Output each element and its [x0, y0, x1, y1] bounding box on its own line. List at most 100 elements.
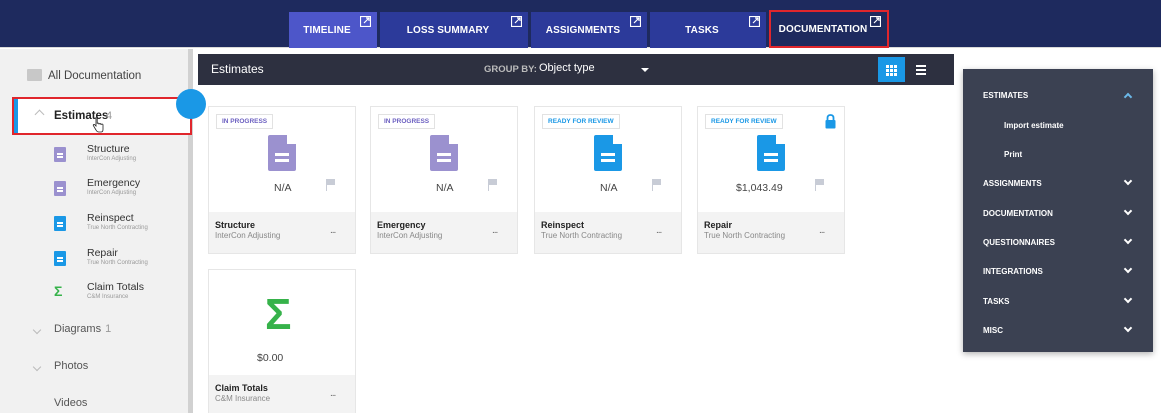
- card-name: Reinspect: [541, 220, 585, 230]
- status-badge: IN PROGRESS: [216, 114, 274, 129]
- flag-icon[interactable]: [488, 179, 497, 191]
- subitem-company: C&M Insurance: [87, 294, 129, 300]
- estimate-card-repair[interactable]: READY FOR REVIEW $1,043.49 Repair True N…: [697, 106, 845, 254]
- sidebar-item-estimates[interactable]: Estimates 4: [12, 97, 192, 135]
- chevron-down-icon[interactable]: [1123, 235, 1133, 245]
- subitem-company: True North Contracting: [87, 260, 148, 266]
- sidebar-subitem-emergency[interactable]: Emergency InterCon Adjusting: [54, 177, 194, 207]
- sidebar-subitem-structure[interactable]: Structure InterCon Adjusting: [54, 143, 194, 173]
- more-options-icon[interactable]: ...: [819, 225, 825, 236]
- document-icon: [54, 147, 66, 162]
- tab-loss-summary-label: LOSS SUMMARY: [406, 24, 490, 36]
- tab-loss-summary[interactable]: LOSS SUMMARY: [380, 12, 528, 48]
- subitem-name: Claim Totals: [87, 281, 144, 293]
- tutorial-step-dot[interactable]: [176, 89, 206, 119]
- hand-cursor-icon: [92, 117, 104, 133]
- active-indicator: [14, 99, 18, 133]
- grid-view-button[interactable]: [878, 57, 905, 82]
- sidebar-subitem-claim-totals[interactable]: Σ Claim Totals C&M Insurance: [54, 281, 194, 311]
- external-link-icon[interactable]: [360, 16, 371, 27]
- menu-section-misc[interactable]: MISC: [983, 323, 1143, 335]
- card-name: Repair: [704, 220, 733, 230]
- document-icon: [54, 251, 66, 266]
- chevron-down-icon[interactable]: [1123, 264, 1133, 274]
- tab-timeline-label: TIMELINE: [303, 24, 351, 36]
- chevron-down-icon[interactable]: [1123, 206, 1133, 216]
- caret-down-icon[interactable]: [641, 68, 649, 72]
- flag-icon[interactable]: [652, 179, 661, 191]
- group-by-select[interactable]: Object type: [539, 62, 595, 74]
- subitem-company: InterCon Adjusting: [87, 156, 137, 162]
- menu-section-documentation[interactable]: DOCUMENTATION: [983, 206, 1143, 218]
- sidebar-item-count: 1: [105, 323, 112, 335]
- sidebar-subitem-repair[interactable]: Repair True North Contracting: [54, 247, 194, 277]
- list-view-button[interactable]: [907, 57, 934, 82]
- menu-item-import-estimate[interactable]: Import estimate: [1004, 121, 1064, 130]
- top-nav-bar: TIMELINE LOSS SUMMARY ASSIGNMENTS TASKS …: [0, 0, 1161, 48]
- chevron-down-icon[interactable]: [32, 362, 42, 372]
- estimate-card-structure[interactable]: IN PROGRESS N/A Structure InterCon Adjus…: [208, 106, 356, 254]
- chevron-down-icon[interactable]: [1123, 294, 1133, 304]
- menu-section-tasks[interactable]: TASKS: [983, 294, 1143, 306]
- menu-section-questionnaires[interactable]: QUESTIONNAIRES: [983, 235, 1143, 247]
- subitem-name: Structure: [87, 143, 130, 155]
- more-options-icon[interactable]: ...: [656, 225, 662, 236]
- sidebar-item-label: Photos: [54, 360, 89, 372]
- sidebar-item-diagrams[interactable]: Diagrams 1: [30, 323, 180, 343]
- tab-timeline[interactable]: TIMELINE: [289, 12, 377, 48]
- more-options-icon[interactable]: ...: [330, 388, 336, 399]
- card-name: Emergency: [377, 220, 426, 230]
- tab-documentation[interactable]: DOCUMENTATION: [769, 10, 889, 48]
- document-icon: [757, 135, 785, 171]
- external-link-icon[interactable]: [630, 16, 641, 27]
- menu-section-estimates[interactable]: ESTIMATES: [983, 91, 1143, 102]
- chevron-down-icon[interactable]: [1123, 176, 1133, 186]
- card-company: InterCon Adjusting: [215, 231, 281, 240]
- chevron-down-icon[interactable]: [1123, 323, 1133, 333]
- sigma-icon: Σ: [265, 290, 292, 339]
- tab-tasks-label: TASKS: [685, 24, 719, 36]
- estimate-card-claim-totals[interactable]: Σ $0.00 Claim Totals C&M Insurance ...: [208, 269, 356, 413]
- menu-section-assignments[interactable]: ASSIGNMENTS: [983, 176, 1143, 188]
- subitem-company: True North Contracting: [87, 225, 148, 231]
- flag-icon[interactable]: [815, 179, 824, 191]
- card-company: True North Contracting: [704, 231, 786, 240]
- more-options-icon[interactable]: ...: [330, 225, 336, 236]
- subitem-name: Emergency: [87, 177, 141, 189]
- menu-item-print[interactable]: Print: [1004, 150, 1022, 159]
- document-icon: [54, 181, 66, 196]
- more-options-icon[interactable]: ...: [492, 225, 498, 236]
- status-badge: IN PROGRESS: [378, 114, 436, 129]
- card-company: InterCon Adjusting: [377, 231, 443, 240]
- card-value: $0.00: [257, 352, 284, 364]
- menu-section-label: ASSIGNMENTS: [983, 179, 1042, 188]
- menu-section-label: INTEGRATIONS: [983, 267, 1043, 276]
- status-badge: READY FOR REVIEW: [542, 114, 620, 129]
- chevron-up-icon[interactable]: [34, 109, 45, 120]
- sidebar-item-videos[interactable]: Videos: [30, 397, 180, 413]
- tab-documentation-label: DOCUMENTATION: [778, 23, 868, 35]
- sidebar-subitem-reinspect[interactable]: Reinspect True North Contracting: [54, 212, 194, 242]
- external-link-icon[interactable]: [749, 16, 760, 27]
- menu-section-integrations[interactable]: INTEGRATIONS: [983, 264, 1143, 276]
- sigma-icon: Σ: [54, 283, 63, 299]
- external-link-icon[interactable]: [511, 16, 522, 27]
- chevron-down-icon[interactable]: [32, 325, 42, 335]
- external-link-icon[interactable]: [870, 16, 881, 27]
- sidebar-item-label: Videos: [54, 397, 88, 409]
- sidebar-item-photos[interactable]: Photos: [30, 360, 180, 380]
- tab-tasks[interactable]: TASKS: [650, 12, 766, 48]
- subitem-name: Repair: [87, 247, 118, 259]
- sidebar-item-label: All Documentation: [48, 70, 142, 82]
- document-icon: [54, 216, 66, 231]
- tab-assignments[interactable]: ASSIGNMENTS: [531, 12, 647, 48]
- sidebar-item-all-documentation[interactable]: All Documentation: [0, 58, 188, 96]
- chevron-up-icon[interactable]: [1123, 92, 1133, 102]
- estimate-card-emergency[interactable]: IN PROGRESS N/A Emergency InterCon Adjus…: [370, 106, 518, 254]
- menu-section-label: QUESTIONNAIRES: [983, 238, 1056, 247]
- flag-icon[interactable]: [326, 179, 335, 191]
- estimate-card-reinspect[interactable]: READY FOR REVIEW N/A Reinspect True Nort…: [534, 106, 682, 254]
- tab-assignments-label: ASSIGNMENTS: [545, 24, 621, 36]
- lock-icon: [825, 114, 836, 129]
- card-company: True North Contracting: [541, 231, 623, 240]
